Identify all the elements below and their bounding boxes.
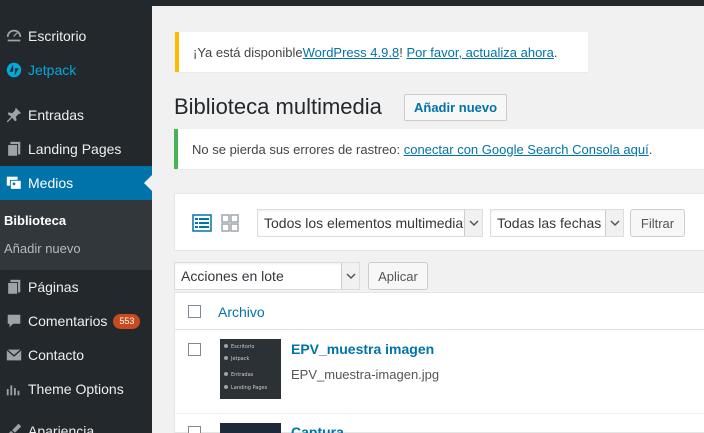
mail-icon [0,346,28,364]
info-notice-suffix: . [648,141,653,157]
sidebar-item-paginas[interactable]: Páginas [0,270,152,304]
search-console-notice: No se pierda sus errores de rastreo: con… [174,129,704,169]
bulk-actions-select[interactable]: Acciones en lote [174,262,360,290]
pin-icon [0,106,28,124]
wordpress-version-link[interactable]: WordPress 4.9.8 [303,45,400,60]
media-thumbnail[interactable]: Escritorio Jetpack Entradas Landing Page… [220,339,281,399]
submenu-item-anadir-nuevo[interactable]: Añadir nuevo [4,241,81,256]
admin-sidebar: Escritorio Jetpack Entradas Landing Page… [0,0,152,433]
sidebar-item-label: Theme Options [28,381,124,397]
update-notice-prefix: ¡Ya está disponible [193,44,303,60]
thumbnail-line: Entradas [231,372,254,378]
media-type-value: Todos los elementos multimedia [264,215,464,231]
media-submenu: Biblioteca Añadir nuevo [0,200,152,270]
sidebar-item-label: Medios [28,175,74,191]
page-title: Biblioteca multimedia [174,94,382,119]
thumbnail-image: Escritorio Jetpack Entradas Landing Page… [220,339,281,399]
list-view-icon[interactable] [192,213,212,233]
add-new-button[interactable]: Añadir nuevo [404,94,508,121]
connect-search-console-link[interactable]: conectar con Google Search Consola aquí [404,142,649,157]
update-notice: ¡Ya está disponible WordPress 4.9.8! Por… [175,32,588,72]
sidebar-item-entradas[interactable]: Entradas [0,98,152,132]
media-filename: EPV_muestra-imagen.jpg [291,367,440,382]
row-checkbox[interactable] [188,426,201,433]
thumbnail-line: Landing Pages [231,385,268,391]
sidebar-item-label: Jetpack [28,62,77,78]
media-icon [0,174,28,192]
media-filter-bar: Todos los elementos multimedia Todas las… [174,193,704,251]
media-type-select[interactable]: Todos los elementos multimedia [257,209,483,237]
sidebar-item-label: Escritorio [28,28,87,44]
sidebar-item-jetpack[interactable]: Jetpack [0,53,152,87]
thumbnail-line: Escritorio [231,344,254,350]
sidebar-item-medios[interactable]: Medios [0,166,152,200]
update-notice-middle: ! [399,44,407,60]
sidebar-item-label: Landing Pages [28,141,122,157]
filter-button[interactable]: Filtrar [630,209,685,237]
info-notice-prefix: No se pierda sus errores de rastreo: [192,141,404,157]
row-divider [175,413,704,414]
sidebar-item-label: Páginas [28,279,79,295]
chevron-down-icon [341,263,359,289]
bulk-actions-value: Acciones en lote [181,268,284,284]
sidebar-item-escritorio[interactable]: Escritorio [0,19,152,53]
grid-view-icon[interactable] [220,213,240,233]
chevron-down-icon [464,210,482,236]
sidebar-item-theme-options[interactable]: Theme Options [0,372,152,406]
media-title-link[interactable]: EPV_muestra imagen [291,341,434,357]
table-header: Archivo [175,293,704,330]
sidebar-item-label: Comentarios [28,313,108,329]
sidebar-item-landing-pages[interactable]: Landing Pages [0,132,152,166]
sidebar-item-comentarios[interactable]: Comentarios 553 [0,304,152,338]
sidebar-item-label: Entradas [28,107,85,123]
date-filter-value: Todas las fechas [497,215,602,231]
chevron-down-icon [605,210,623,236]
update-now-link[interactable]: Por favor, actualiza ahora [406,45,553,60]
media-thumbnail[interactable] [220,423,281,433]
jetpack-icon [0,61,28,79]
column-archivo[interactable]: Archivo [218,304,265,320]
pages-icon [0,140,28,158]
sidebar-item-label: Apariencia [28,423,95,433]
submenu-item-biblioteca[interactable]: Biblioteca [4,213,66,228]
chart-icon [0,380,28,398]
page-icon [0,278,28,296]
comment-count-badge: 553 [113,313,141,329]
update-notice-suffix: . [553,44,558,60]
media-table: Archivo Escritorio Jetpack Entradas Land… [174,292,704,433]
select-all-checkbox[interactable] [188,305,201,318]
dashboard-icon [0,27,28,45]
apply-button[interactable]: Aplicar [368,262,428,290]
thumbnail-line: Jetpack [230,356,249,362]
media-title-link[interactable]: Captura [291,424,344,433]
date-filter-select[interactable]: Todas las fechas [490,209,624,237]
comment-icon [0,312,28,330]
row-checkbox[interactable] [188,343,201,356]
sidebar-item-label: Contacto [28,347,85,363]
sidebar-item-contacto[interactable]: Contacto [0,338,152,372]
sidebar-item-apariencia[interactable]: Apariencia [0,414,152,433]
brush-icon [0,422,28,433]
